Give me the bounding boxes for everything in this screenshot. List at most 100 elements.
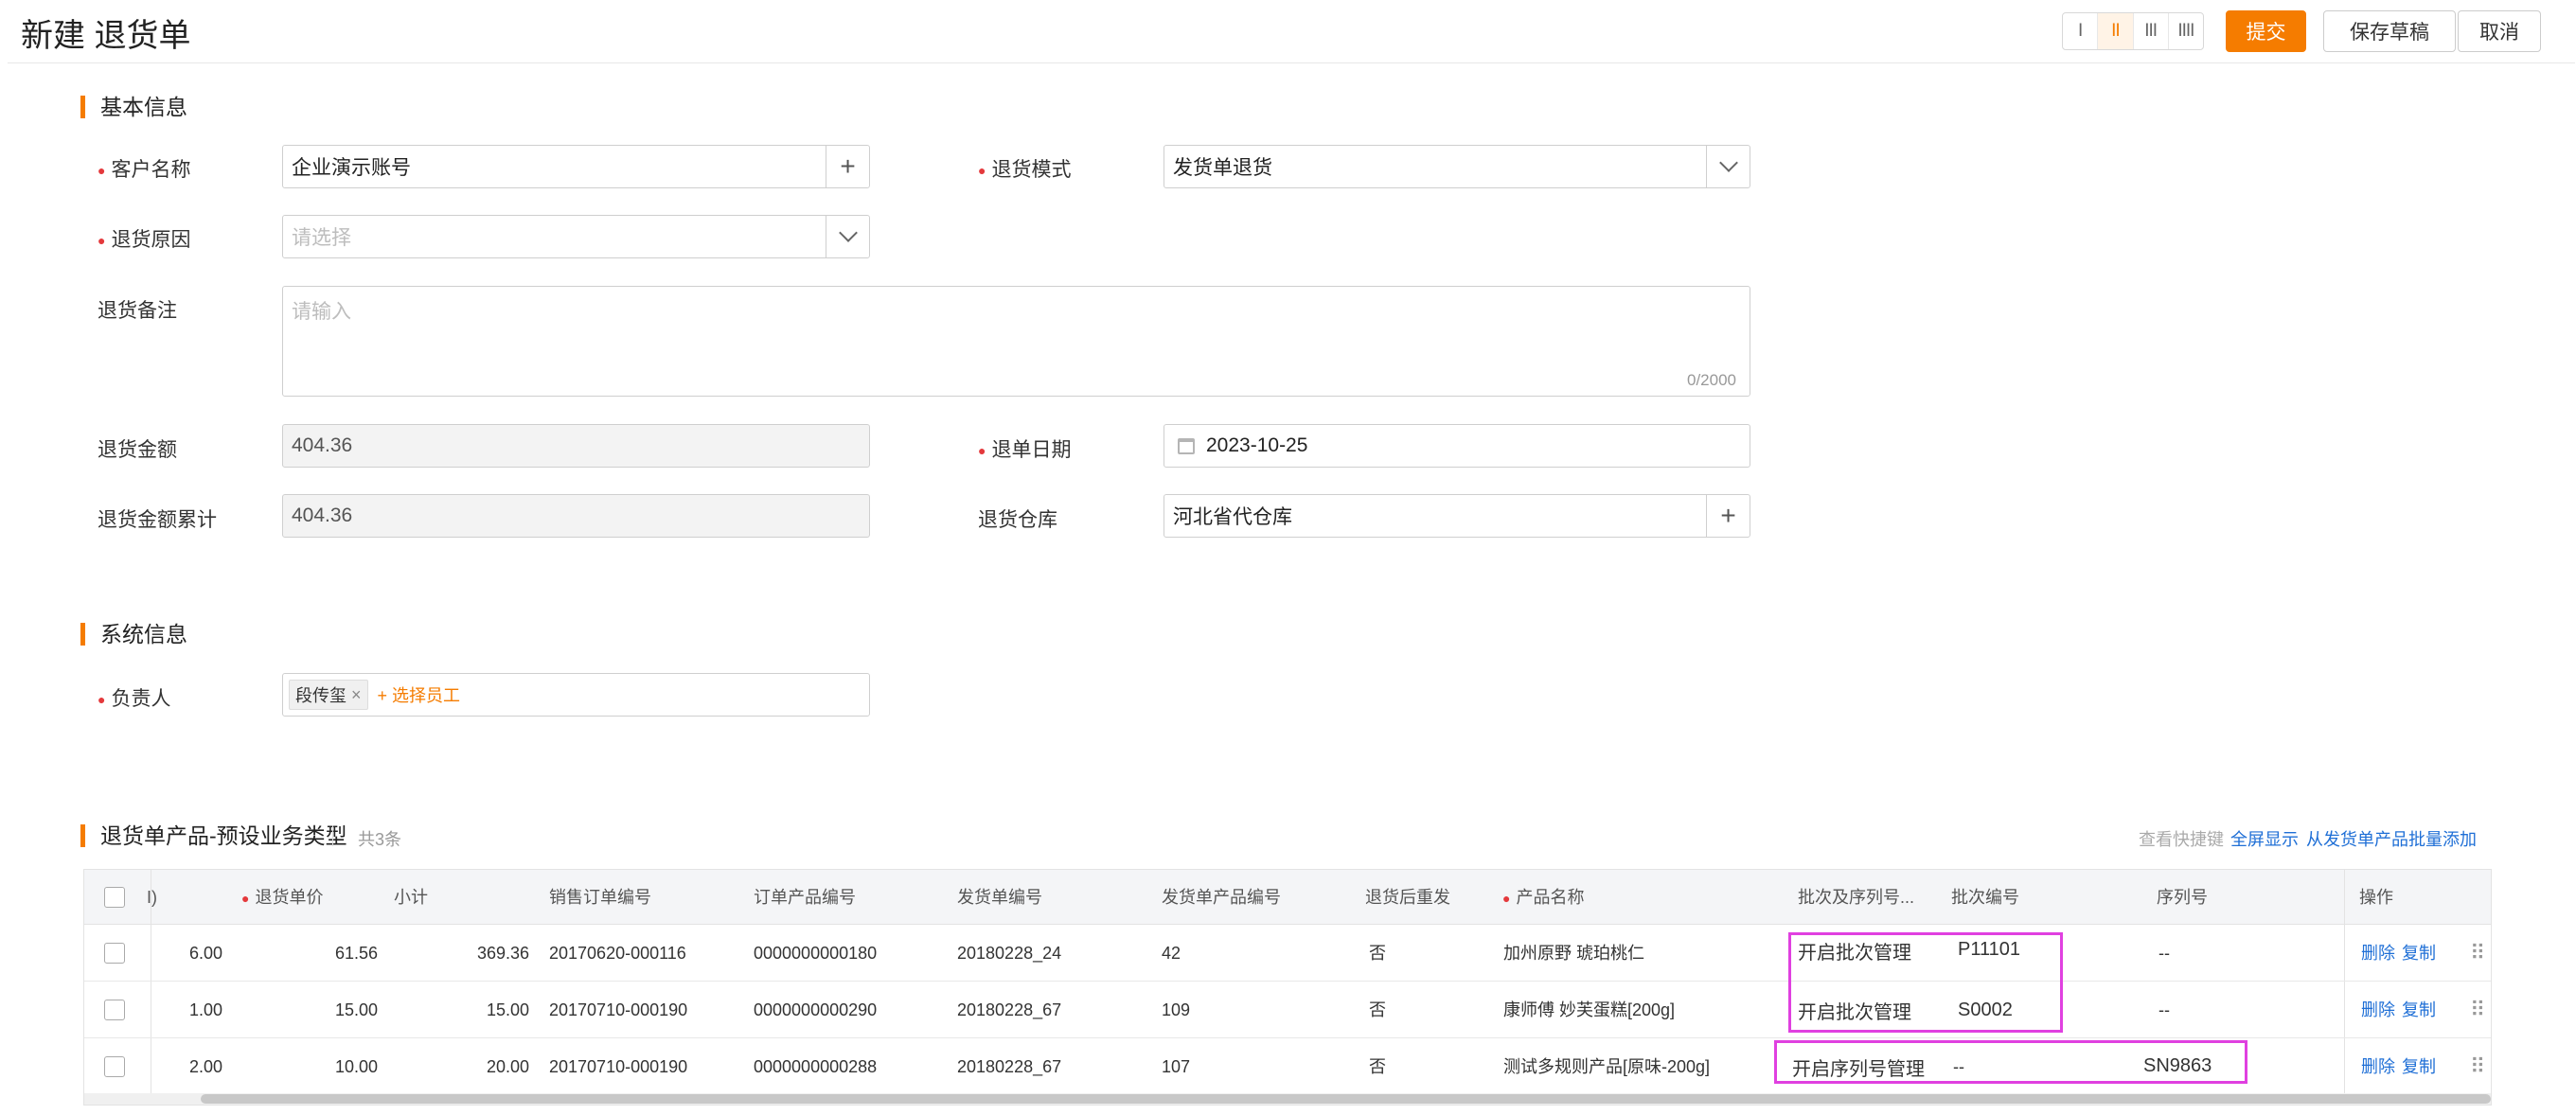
layout-3-column-icon[interactable]: III xyxy=(2134,13,2169,49)
col-delivery-no: 发货单编号 xyxy=(957,888,1042,907)
select-employee-link[interactable]: + 选择员工 xyxy=(378,682,461,707)
cell-qty[interactable]: 6.00 xyxy=(175,925,222,982)
customer-add-icon[interactable]: + xyxy=(826,146,869,187)
cell-serial-no[interactable]: -- xyxy=(2159,982,2170,1038)
required-mark: ● xyxy=(978,163,986,179)
return-reason-select[interactable]: 请选择 xyxy=(282,215,870,258)
header-divider xyxy=(8,62,2575,63)
cell-qty[interactable]: 2.00 xyxy=(175,1038,222,1095)
return-mode-label: ● 退货模式 xyxy=(978,159,1072,181)
basic-info-section-title: 基本信息 xyxy=(80,96,187,118)
page-title: 新建 退货单 xyxy=(21,18,191,54)
customer-field[interactable]: 企业演示账号 + xyxy=(282,145,870,188)
col-resend: 退货后重发 xyxy=(1365,888,1450,907)
cell-delivery-no: 20180228_67 xyxy=(957,1000,1062,1019)
cell-unit-price[interactable]: 15.00 xyxy=(293,982,378,1038)
cell-sales-order-no: 20170620-000116 xyxy=(549,944,686,963)
chevron-down-icon[interactable] xyxy=(826,216,869,257)
cell-qty[interactable]: 1.00 xyxy=(175,982,222,1038)
column-layout-toggle[interactable]: I II III IIII xyxy=(2062,12,2204,50)
amount-label: 退货金额 xyxy=(98,439,177,461)
row-checkbox[interactable] xyxy=(104,1000,125,1020)
col-unit-price: ● 退货单价 xyxy=(241,888,324,907)
cell-subtotal: 369.36 xyxy=(476,944,529,963)
delete-link[interactable]: 删除 xyxy=(2361,925,2395,982)
row-checkbox[interactable] xyxy=(104,943,125,964)
return-date-picker[interactable]: 2023-10-25 xyxy=(1164,424,1750,468)
horizontal-scrollbar-thumb[interactable] xyxy=(201,1094,2491,1104)
cell-delivery-product-no: 107 xyxy=(1162,1057,1191,1076)
cell-product-name: 加州原野 琥珀桃仁 xyxy=(1503,944,1645,963)
column-divider xyxy=(2344,925,2345,981)
row-checkbox[interactable] xyxy=(104,1056,125,1077)
customer-value: 企业演示账号 xyxy=(292,157,411,179)
column-divider xyxy=(2344,982,2345,1037)
batch-add-from-delivery-link[interactable]: 从发货单产品批量添加 xyxy=(2306,826,2477,851)
owner-label: ● 负责人 xyxy=(98,688,171,710)
cancel-button[interactable]: 取消 xyxy=(2458,10,2541,52)
warehouse-field[interactable]: 河北省代仓库 + xyxy=(1164,494,1750,538)
required-mark: ● xyxy=(241,891,250,907)
delete-link[interactable]: 删除 xyxy=(2361,982,2395,1038)
cell-resend[interactable]: 否 xyxy=(1369,982,1386,1038)
drag-handle-icon[interactable]: ⠿ xyxy=(2470,925,2485,982)
return-mode-value: 发货单退货 xyxy=(1173,157,1272,179)
amount-total-label: 退货金额累计 xyxy=(98,509,217,531)
products-section-title: 退货单产品-预设业务类型 xyxy=(80,824,347,847)
chevron-down-icon[interactable] xyxy=(1706,146,1750,187)
remark-char-counter: 0/2000 xyxy=(1687,371,1736,389)
col-order-product-no: 订单产品编号 xyxy=(754,888,856,907)
required-mark: ● xyxy=(98,233,106,249)
required-mark: ● xyxy=(978,443,986,459)
cell-order-product-no: 0000000000180 xyxy=(754,944,878,963)
cell-subtotal: 15.00 xyxy=(486,1000,529,1019)
layout-2-column-icon[interactable]: II xyxy=(2098,13,2134,49)
delete-link[interactable]: 删除 xyxy=(2361,1038,2395,1095)
cell-resend[interactable]: 否 xyxy=(1369,925,1386,982)
products-table: I) ● 退货单价 小计 销售订单编号 订单产品编号 发货单编号 发货单产品编号 … xyxy=(83,869,2492,1106)
owner-field[interactable]: 段传玺 × + 选择员工 xyxy=(282,673,870,717)
amount-total-field: 404.36 xyxy=(282,494,870,538)
col-sales-order-no: 销售订单编号 xyxy=(549,888,651,907)
col-qty: I) xyxy=(147,888,157,907)
required-mark: ● xyxy=(1502,891,1511,907)
owner-tag-label: 段传玺 xyxy=(295,686,346,705)
return-reason-label: ● 退货原因 xyxy=(98,229,191,251)
copy-link[interactable]: 复制 xyxy=(2402,925,2436,982)
horizontal-scrollbar-track[interactable] xyxy=(84,1093,2491,1105)
layout-1-column-icon[interactable]: I xyxy=(2063,13,2099,49)
drag-handle-icon[interactable]: ⠿ xyxy=(2470,982,2485,1038)
remark-textarea[interactable]: 请输入 0/2000 xyxy=(282,286,1750,397)
column-divider xyxy=(2344,870,2345,924)
amount-field: 404.36 xyxy=(282,424,870,468)
close-icon[interactable]: × xyxy=(351,685,362,705)
cell-serial-no[interactable]: -- xyxy=(2159,925,2170,982)
col-subtotal: 小计 xyxy=(394,888,428,907)
copy-link[interactable]: 复制 xyxy=(2402,1038,2436,1095)
products-count: 共3条 xyxy=(358,830,402,849)
select-all-checkbox[interactable] xyxy=(104,887,125,908)
submit-button[interactable]: 提交 xyxy=(2226,10,2306,52)
view-shortcuts-link[interactable]: 查看快捷键 xyxy=(2139,826,2224,851)
warehouse-label: 退货仓库 xyxy=(978,509,1057,531)
return-mode-select[interactable]: 发货单退货 xyxy=(1164,145,1750,188)
cell-product-name: 测试多规则产品[原味-200g] xyxy=(1503,1057,1711,1076)
warehouse-value: 河北省代仓库 xyxy=(1173,506,1292,528)
cell-order-product-no: 0000000000288 xyxy=(754,1057,878,1076)
return-date-value: 2023-10-25 xyxy=(1206,434,1308,456)
cell-unit-price[interactable]: 10.00 xyxy=(293,1038,378,1095)
col-operation: 操作 xyxy=(2359,888,2393,907)
copy-link[interactable]: 复制 xyxy=(2402,982,2436,1038)
cell-product-name: 康师傅 妙芙蛋糕[200g] xyxy=(1503,1000,1676,1019)
save-draft-button[interactable]: 保存草稿 xyxy=(2323,10,2456,52)
warehouse-add-icon[interactable]: + xyxy=(1706,495,1750,537)
cell-delivery-no: 20180228_67 xyxy=(957,1057,1062,1076)
owner-tag: 段传玺 × xyxy=(289,680,368,710)
fullscreen-link[interactable]: 全屏显示 xyxy=(2230,826,2299,851)
table-header: I) ● 退货单价 小计 销售订单编号 订单产品编号 发货单编号 发货单产品编号 … xyxy=(84,870,2491,925)
cell-unit-price[interactable]: 61.56 xyxy=(293,925,378,982)
layout-4-column-icon[interactable]: IIII xyxy=(2169,13,2203,49)
col-batch-serial: 批次及序列号... xyxy=(1798,888,1915,907)
drag-handle-icon[interactable]: ⠿ xyxy=(2470,1038,2485,1095)
cell-resend[interactable]: 否 xyxy=(1369,1038,1386,1095)
